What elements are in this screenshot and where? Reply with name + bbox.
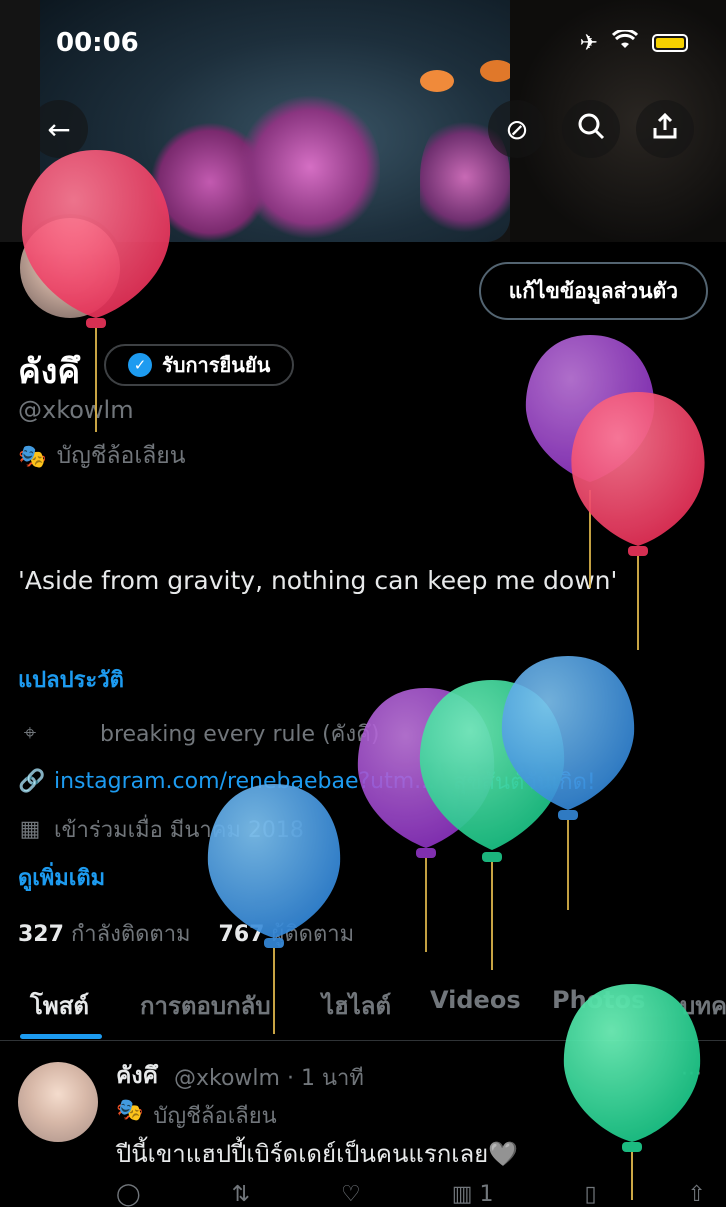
- share-post-icon[interactable]: ⇧: [688, 1182, 706, 1207]
- more-options-icon[interactable]: ···: [681, 1062, 702, 1087]
- following-count: 327: [18, 922, 64, 947]
- reply-icon[interactable]: ◯: [116, 1182, 141, 1207]
- followers-label: ผู้ติดตาม: [271, 922, 355, 947]
- post-item[interactable]: คังคึ @xkowlm · 1 นาที ··· 🎭 บัญชีล้อเลี…: [0, 1042, 726, 1207]
- status-bar: 00:06 ✈: [0, 26, 726, 66]
- arrow-left-icon: ←: [47, 112, 71, 146]
- battery-icon: [652, 34, 688, 52]
- parody-label: 🎭 บัญชีล้อเลียน: [18, 438, 186, 474]
- link-icon: 🔗: [18, 769, 46, 794]
- tab-videos[interactable]: Videos: [430, 986, 521, 1014]
- profile-avatar[interactable]: [16, 214, 124, 322]
- repost-icon[interactable]: ⇅: [232, 1182, 250, 1207]
- parody-text: บัญชีล้อเลียน: [56, 443, 186, 469]
- profile-tabs: โพสต์ การตอบกลับ ไฮไลต์ Videos Photos บท…: [0, 972, 726, 1041]
- no-entry-icon: ⊘: [505, 112, 529, 146]
- mask-icon: 🎭: [18, 443, 47, 470]
- post-avatar[interactable]: [18, 1062, 98, 1142]
- edit-profile-button[interactable]: แก้ไขข้อมูลส่วนตัว: [478, 262, 708, 320]
- views-count: 1: [479, 1182, 494, 1207]
- post-author-name: คังคึ: [116, 1063, 159, 1089]
- search-button[interactable]: [562, 100, 620, 158]
- like-icon[interactable]: ♡: [341, 1182, 361, 1207]
- post-meta: @xkowlm · 1 นาที: [174, 1066, 364, 1091]
- joined-text: เข้าร่วมเมื่อ มีนาคม 2018: [54, 818, 304, 843]
- followers-link[interactable]: 767 ผู้ติดตาม: [219, 922, 355, 947]
- post-actions: ◯ ⇅ ♡ ▥ 1 ▯ ⇧: [116, 1182, 706, 1207]
- location-pin-icon: ⌖: [23, 721, 37, 746]
- profile-website: 🔗 instagram.com/renebaebae?utm... สุขสัน…: [18, 764, 596, 799]
- verified-badge-icon: ✓: [128, 353, 152, 377]
- balloon-red-right: [571, 392, 705, 650]
- mute-button[interactable]: ⊘: [488, 100, 546, 158]
- get-verified-label: รับการยืนยัน: [162, 353, 271, 377]
- share-icon: [652, 112, 678, 147]
- status-time: 00:06: [56, 28, 139, 58]
- balloon-purple-right: [525, 335, 655, 588]
- airplane-icon: ✈: [579, 30, 598, 56]
- bookmark-icon[interactable]: ▯: [584, 1182, 596, 1207]
- birthday-text: สุขสันต์วันเกิด!: [453, 770, 596, 795]
- balloon-green-mid: [419, 680, 565, 970]
- tab-highlights[interactable]: ไฮไลต์: [322, 986, 391, 1025]
- calendar-icon: ▦: [19, 817, 41, 842]
- website-link[interactable]: instagram.com/renebaebae?utm...: [54, 769, 435, 794]
- active-tab-indicator: [20, 1034, 102, 1039]
- profile-location: ⌖ breaking every rule (คังคึ): [18, 716, 380, 751]
- following-label: กำลังติดตาม: [70, 922, 191, 947]
- tab-replies[interactable]: การตอบกลับ: [140, 986, 271, 1025]
- share-button[interactable]: [636, 100, 694, 158]
- profile-handle: @xkowlm: [18, 396, 134, 424]
- views-button[interactable]: ▥ 1: [452, 1182, 494, 1207]
- tab-photos[interactable]: Photos: [552, 986, 645, 1014]
- wifi-icon: [611, 28, 639, 56]
- profile-bio: 'Aside from gravity, nothing can keep me…: [18, 566, 618, 595]
- post-text: ปีนี้เขาแฮปปี้เบิร์ดเดย์เป็นคนแรกเลย🩶: [116, 1140, 519, 1168]
- see-more-link[interactable]: ดูเพิ่มเติม: [18, 860, 105, 895]
- tab-articles[interactable]: บทค: [680, 986, 726, 1025]
- followers-count: 767: [218, 922, 265, 947]
- post-parody-label: 🎭 บัญชีล้อเลียน: [116, 1098, 277, 1133]
- get-verified-button[interactable]: ✓ รับการยืนยัน: [104, 344, 295, 386]
- profile-name: คังคึ: [18, 352, 81, 392]
- mask-icon: 🎭: [116, 1098, 144, 1123]
- tab-posts[interactable]: โพสต์: [30, 986, 89, 1025]
- translate-bio-link[interactable]: แปลประวัติ: [18, 662, 124, 697]
- post-parody-text: บัญชีล้อเลียน: [153, 1104, 277, 1129]
- following-link[interactable]: 327 กำลังติดตาม: [18, 922, 191, 947]
- location-text: breaking every rule (คังคึ): [100, 722, 380, 747]
- search-icon: [577, 112, 605, 147]
- follow-stats: 327 กำลังติดตาม 767 ผู้ติดตาม: [18, 916, 354, 951]
- views-icon: ▥: [451, 1182, 473, 1207]
- profile-joined: ▦ เข้าร่วมเมื่อ มีนาคม 2018: [18, 812, 304, 847]
- back-button[interactable]: ←: [30, 100, 88, 158]
